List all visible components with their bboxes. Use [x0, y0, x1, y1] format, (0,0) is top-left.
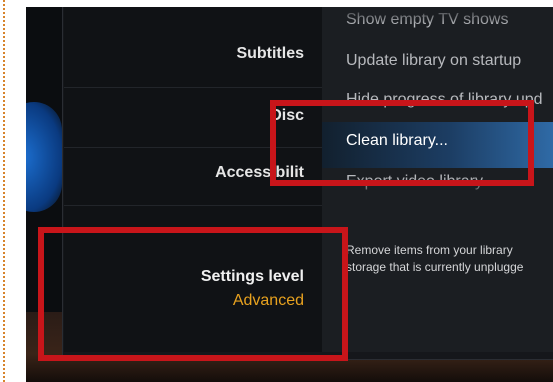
description-line-2: storage that is currently unplugge: [346, 260, 524, 274]
category-divider: [64, 87, 322, 88]
category-subtitles[interactable]: Subtitles: [236, 45, 304, 63]
option-update-library-on-startup[interactable]: Update library on startup: [346, 52, 521, 70]
option-description: Remove items from your library storage t…: [346, 242, 553, 276]
description-line-1: Remove items from your library: [346, 243, 513, 257]
background-glow: [26, 102, 62, 212]
left-dotted-border: [3, 0, 5, 382]
list-fade-top: [322, 7, 553, 25]
settings-level-highlight-box: [38, 227, 348, 361]
clean-library-highlight-box: [270, 100, 534, 186]
category-divider: [64, 205, 322, 206]
